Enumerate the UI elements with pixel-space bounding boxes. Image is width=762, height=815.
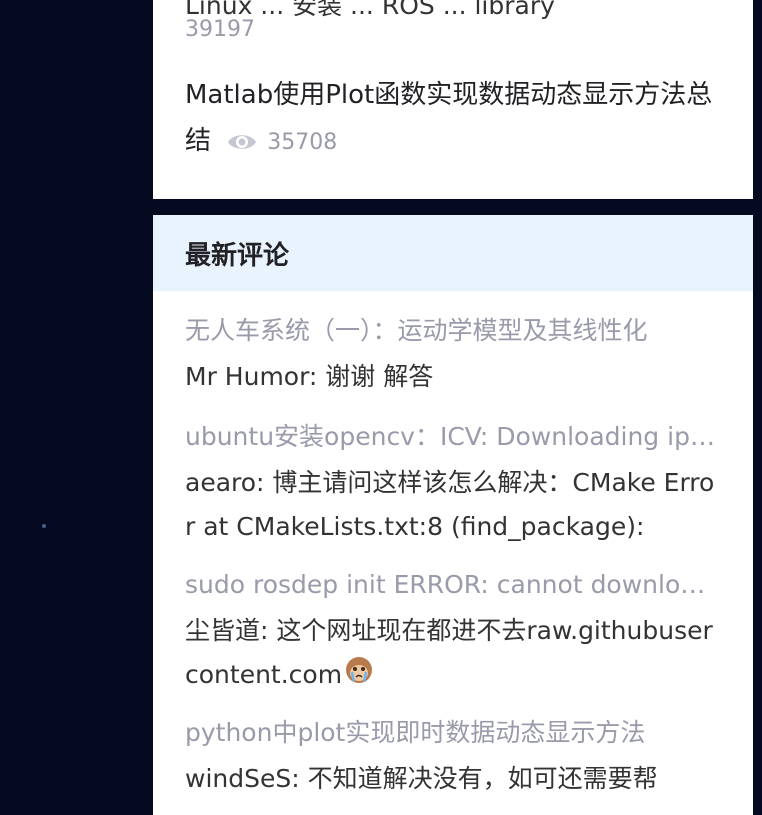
comment-text-wrap[interactable]: 尘皆道: 这个网址现在都进不去raw.githubusercontent.com bbox=[185, 609, 717, 697]
view-count-value: 35708 bbox=[267, 130, 338, 155]
comment-item: python中plot实现即时数据动态显示方法 windSeS: 不知道解决没有… bbox=[185, 717, 717, 801]
hot-articles-card: Linux ... 安装 ... ROS ... library 39197 M… bbox=[153, 0, 753, 199]
comment-text[interactable]: Mr Humor: 谢谢 解答 bbox=[185, 355, 717, 399]
latest-comments-card: 最新评论 无人车系统（一）：运动学模型及其线性化 Mr Humor: 谢谢 解答… bbox=[153, 215, 753, 815]
view-count: 35708 bbox=[227, 130, 337, 155]
comment-article-link[interactable]: sudo rosdep init ERROR: cannot download … bbox=[185, 569, 717, 601]
comment-text[interactable]: windSeS: 不知道解决没有，如可还需要帮 bbox=[185, 757, 717, 801]
background-dot bbox=[42, 524, 46, 528]
monkey-crying-emoji-icon bbox=[346, 657, 373, 683]
comment-article-link[interactable]: ubuntu安装opencv：ICV: Downloading ippicv_l… bbox=[185, 421, 717, 453]
comment-text: 尘皆道: 这个网址现在都进不去raw.githubusercontent.com bbox=[185, 616, 713, 689]
hot-article-item[interactable]: Matlab使用Plot函数实现数据动态显示方法总结 35708 bbox=[185, 72, 725, 166]
comment-article-link[interactable]: python中plot实现即时数据动态显示方法 bbox=[185, 717, 717, 749]
latest-comments-title: 最新评论 bbox=[185, 240, 290, 271]
comment-text[interactable]: aearo: 博主请问这样该怎么解决：CMake Error at CMakeL… bbox=[185, 461, 717, 549]
comment-article-link[interactable]: 无人车系统（一）：运动学模型及其线性化 bbox=[185, 315, 717, 347]
comment-item: 无人车系统（一）：运动学模型及其线性化 Mr Humor: 谢谢 解答 bbox=[185, 315, 717, 399]
comment-item: sudo rosdep init ERROR: cannot download … bbox=[185, 569, 717, 697]
eye-icon bbox=[228, 135, 257, 149]
comment-item: ubuntu安装opencv：ICV: Downloading ippicv_l… bbox=[185, 421, 717, 549]
hot-article-view-count: 39197 bbox=[185, 17, 255, 42]
latest-comments-header: 最新评论 bbox=[153, 215, 753, 291]
